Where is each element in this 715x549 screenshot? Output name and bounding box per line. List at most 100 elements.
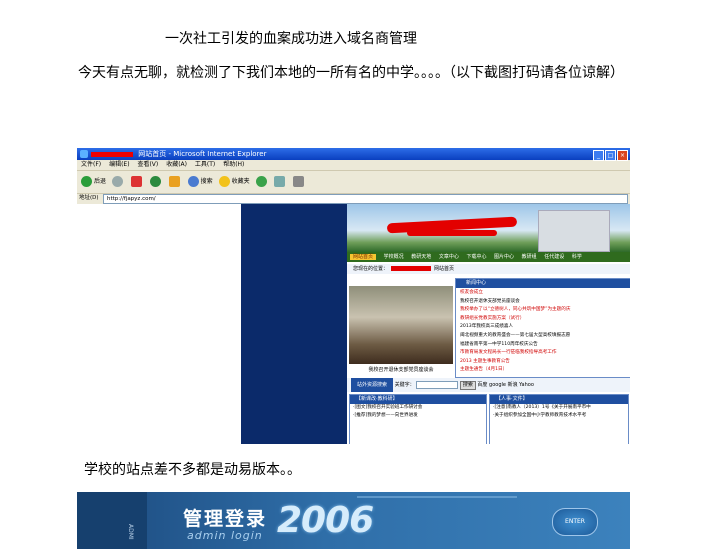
- panel-personnel: 【人事·文件】 ·[注意]南教人（2013）1号《关于开展南平市中 ·关于组织参…: [489, 394, 629, 444]
- nav-build[interactable]: 任代建设: [544, 254, 564, 260]
- ie-logo-icon: [80, 150, 88, 158]
- menu-file[interactable]: 文件(F): [81, 161, 101, 168]
- news-item[interactable]: 校友会成立: [456, 289, 630, 298]
- forward-button[interactable]: [111, 171, 125, 193]
- search-bar: 站外资源搜索 关键字： 搜索 百度 google 新浪 Yahoo: [347, 378, 630, 392]
- building-image: [538, 210, 610, 252]
- search-icon: [187, 176, 199, 187]
- blank-frame: [77, 204, 242, 444]
- window-title: 网站首页 - Microsoft Internet Explorer: [138, 150, 267, 158]
- school-website: 网站首页 学校概况 教研天地 文章中心 下载中心 图片中心 教研组 任代建设 科…: [347, 204, 630, 444]
- back-button[interactable]: 后退: [81, 171, 106, 193]
- favorites-icon: [218, 176, 230, 187]
- home-button[interactable]: [168, 171, 182, 193]
- admin-year: 2006: [277, 500, 374, 541]
- redaction-mark: [391, 266, 432, 271]
- admin-heading: 管理登录: [183, 508, 268, 530]
- news-item[interactable]: 2013 主题生事教育公告: [456, 358, 630, 367]
- print-icon: [293, 176, 305, 187]
- menu-help[interactable]: 帮助(H): [223, 161, 244, 168]
- list-item[interactable]: ·关于组织参加全国中小学教师教育技术水平考: [490, 412, 628, 420]
- photo-caption[interactable]: 我校召开退休支部党员座谈会: [349, 366, 453, 373]
- decorative-line: [357, 496, 517, 498]
- news-photo[interactable]: [349, 286, 453, 364]
- site-nav: 网站首页 学校概况 教研天地 文章中心 下载中心 图片中心 教研组 任代建设 科…: [347, 252, 630, 262]
- news-item[interactable]: 我校举办了以“立德树人，同心共筑中国梦”为主题的庆: [456, 306, 630, 315]
- keyword-input[interactable]: [416, 380, 459, 389]
- search-submit-button[interactable]: 搜索: [459, 381, 476, 390]
- list-item[interactable]: ·[注意]南教人（2013）1号《关于开展南平市中: [490, 404, 628, 412]
- nav-science[interactable]: 科学: [572, 254, 582, 260]
- menu-view[interactable]: 查看(V): [137, 161, 158, 168]
- search-option-sina[interactable]: 新浪: [508, 382, 518, 388]
- news-item[interactable]: 主题生通告（4月1日）: [456, 366, 630, 375]
- menu-edit[interactable]: 编辑(E): [109, 161, 129, 168]
- breadcrumb-page[interactable]: 网站首页: [434, 266, 454, 272]
- ie-title-bar: 网站首页 - Microsoft Internet Explorer _ □ ×: [77, 148, 630, 161]
- search-option-baidu[interactable]: 百度: [477, 382, 487, 388]
- stop-button[interactable]: [130, 171, 144, 193]
- forward-icon: [111, 176, 123, 187]
- redaction-mark: [407, 230, 497, 236]
- ie-menu-bar: 文件(F) 编辑(E) 查看(V) 收藏(A) 工具(T) 帮助(H): [77, 160, 630, 171]
- nav-articles[interactable]: 文章中心: [439, 254, 459, 260]
- refresh-button[interactable]: [149, 171, 163, 193]
- nav-downloads[interactable]: 下载中心: [466, 254, 486, 260]
- breadcrumb-prefix: 您现在的位置：: [353, 266, 389, 272]
- news-item[interactable]: 福建省南平第一中学110周年校庆公告: [456, 341, 630, 350]
- back-icon: [81, 176, 92, 187]
- media-button[interactable]: [255, 171, 269, 193]
- news-item[interactable]: 闽北视频重大的教育盛会——第七届大型高校填报志愿: [456, 332, 630, 341]
- article-title: 一次社工引发的血案成功进入域名商管理: [165, 31, 417, 47]
- list-item[interactable]: ·[推荐]我的梦想——向世界进发: [350, 412, 486, 420]
- admin-subheading: admin login: [187, 529, 263, 542]
- news-title: 新闻中心: [456, 279, 630, 288]
- redaction-mark: [91, 151, 133, 157]
- news-item[interactable]: 教研组长党教实施方案（试行）: [456, 315, 630, 324]
- nav-about[interactable]: 学校概况: [384, 254, 404, 260]
- nav-research[interactable]: 教研天地: [411, 254, 431, 260]
- panel-curriculum: 【新课改·教科研】 ·[图文]我校召开实验班工作研讨会 ·[推荐]我的梦想——向…: [349, 394, 487, 444]
- media-icon: [255, 176, 267, 187]
- dark-sidebar: [241, 204, 347, 444]
- panel-title: 【新课改·教科研】: [350, 395, 486, 404]
- news-item[interactable]: 2013年我校高三成绩喜人: [456, 323, 630, 332]
- refresh-icon: [149, 176, 161, 187]
- browser-viewport: 网站首页 学校概况 教研天地 文章中心 下载中心 图片中心 教研组 任代建设 科…: [77, 204, 630, 444]
- nav-home[interactable]: 网站首页: [350, 254, 377, 260]
- stop-icon: [130, 176, 142, 187]
- home-icon: [168, 176, 180, 187]
- menu-tools[interactable]: 工具(T): [195, 161, 215, 168]
- search-option-google[interactable]: google: [489, 382, 506, 388]
- news-item[interactable]: 我校召开退休支部党员座谈会: [456, 298, 630, 307]
- nav-images[interactable]: 图片中心: [494, 254, 514, 260]
- print-button[interactable]: [293, 171, 306, 193]
- mail-button[interactable]: [274, 171, 287, 193]
- nav-groups[interactable]: 教研组: [522, 254, 537, 260]
- ie-toolbar: 后退 搜索 收藏夹: [77, 171, 630, 194]
- news-item[interactable]: 市教育局发文程局长一行莅临我校指导高考工作: [456, 349, 630, 358]
- breadcrumb: 您现在的位置： 网站首页: [347, 264, 630, 274]
- article-paragraph: 学校的站点差不多都是动易版本。。: [84, 462, 301, 478]
- ie-screenshot: 网站首页 - Microsoft Internet Explorer _ □ × 文…: [77, 148, 630, 444]
- admin-login-banner: ADMI 管理登录 admin login 2006 ENTER: [77, 492, 630, 549]
- ie-address-bar: 地址(D) http://fjapyz.com/: [77, 193, 630, 204]
- enter-button[interactable]: ENTER: [552, 508, 598, 536]
- list-item[interactable]: ·[图文]我校召开实验班工作研讨会: [350, 404, 486, 412]
- menu-favorites[interactable]: 收藏(A): [166, 161, 187, 168]
- bottom-panels: 【新课改·教科研】 ·[图文]我校召开实验班工作研讨会 ·[推荐]我的梦想——向…: [347, 394, 630, 444]
- search-option-yahoo[interactable]: Yahoo: [519, 382, 534, 388]
- site-banner: [347, 204, 630, 252]
- address-input[interactable]: http://fjapyz.com/: [103, 194, 628, 204]
- news-panel: 新闻中心 校友会成立 我校召开退休支部党员座谈会 我校举办了以“立德树人，同心共筑中…: [455, 278, 630, 378]
- search-title: 站外资源搜索: [351, 378, 394, 392]
- news-list: 校友会成立 我校召开退休支部党员座谈会 我校举办了以“立德树人，同心共筑中国梦”为主…: [456, 289, 630, 375]
- article-paragraph: 今天有点无聊，就检测了下我们本地的一所有名的中学。。。。（以下截图打码请各位谅解…: [78, 65, 624, 81]
- keyword-label: 关键字：: [394, 382, 415, 388]
- side-text: ADMI: [127, 524, 134, 540]
- search-button[interactable]: 搜索: [187, 171, 213, 193]
- banner-side-strip: [77, 492, 147, 549]
- panel-title: 【人事·文件】: [490, 395, 628, 404]
- address-label: 地址(D): [79, 195, 99, 201]
- favorites-button[interactable]: 收藏夹: [218, 171, 250, 193]
